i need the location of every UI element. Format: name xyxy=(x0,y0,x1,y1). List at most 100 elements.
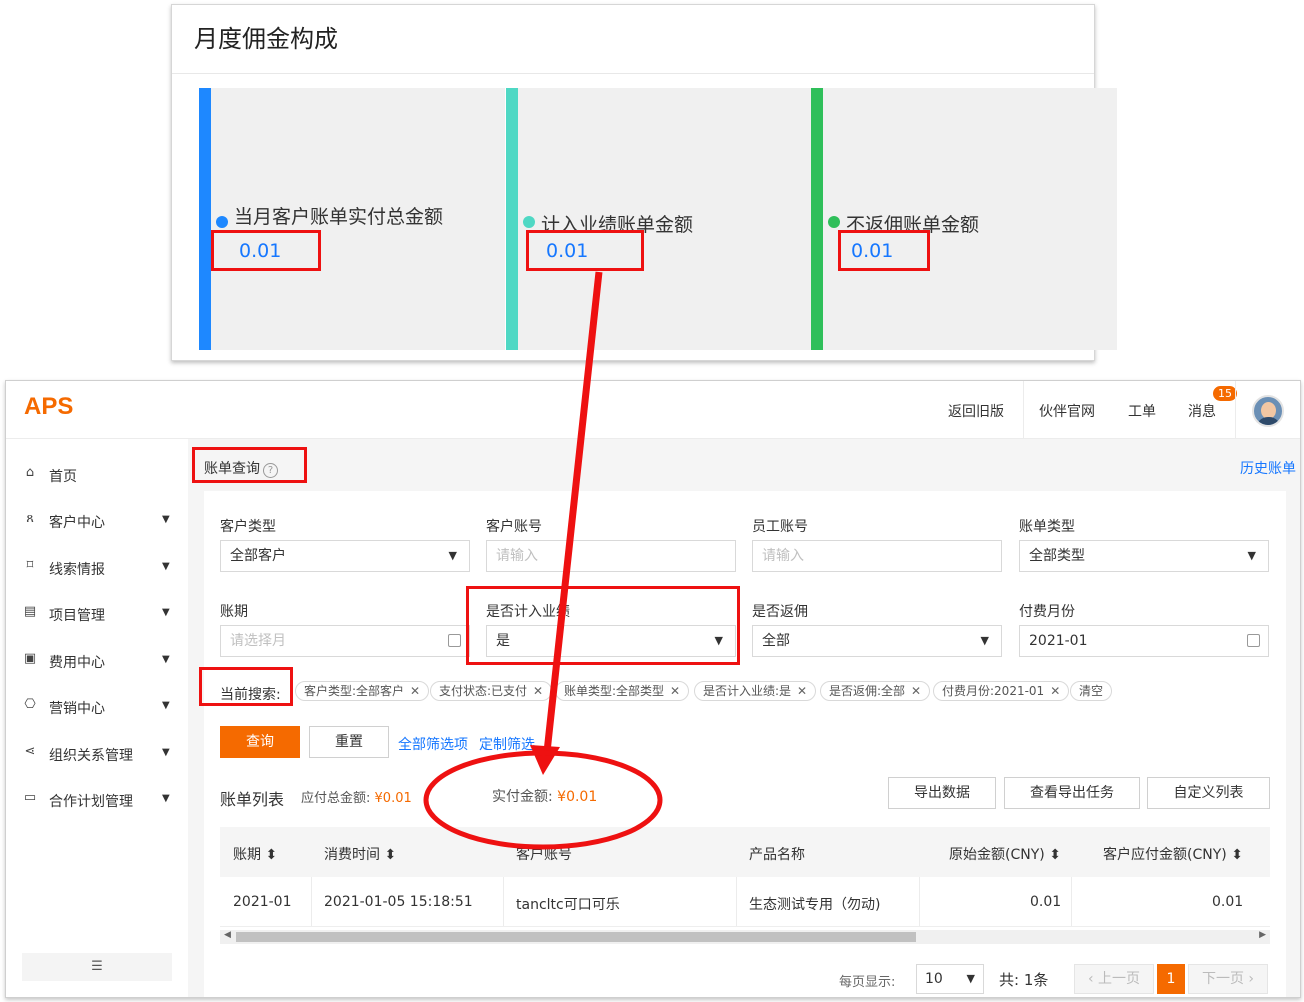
sidebar-item-projects[interactable]: ▤ 项目管理 ▼ xyxy=(6,599,186,629)
project-icon: ▤ xyxy=(23,604,37,619)
chevron-down-icon: ▼ xyxy=(1247,549,1256,562)
horizontal-scrollbar[interactable]: ◀ ▶ xyxy=(220,930,1270,944)
period-placeholder: 请选择月 xyxy=(230,633,286,649)
sidebar-item-label: 线索情报 xyxy=(49,562,105,578)
filter-tag[interactable]: 客户类型:全部客户 ✕ xyxy=(295,681,430,701)
nav-ticket[interactable]: 工单 xyxy=(1128,401,1156,421)
prev-page-button[interactable]: ‹ 上一页 xyxy=(1074,964,1154,994)
filter-tag[interactable]: 是否返佣:全部 ✕ xyxy=(820,681,931,701)
table-row[interactable]: 2021-01 2021-01-05 15:18:51 tancltc可口可乐 … xyxy=(220,877,1270,927)
sort-icon[interactable]: ⬍ xyxy=(1049,847,1061,863)
close-icon[interactable]: ✕ xyxy=(410,684,420,698)
sort-icon[interactable]: ⬍ xyxy=(1231,847,1243,863)
sort-icon[interactable]: ⬍ xyxy=(384,847,396,863)
paid-amount-value: ¥0.01 xyxy=(557,789,598,805)
calendar-icon xyxy=(1247,634,1260,647)
view-export-tasks-button[interactable]: 查看导出任务 xyxy=(1004,777,1140,809)
payable-total: 应付总金额: ¥0.01 xyxy=(301,787,412,806)
chevron-down-icon: ▼ xyxy=(980,634,989,647)
filter-tag[interactable]: 账单类型:全部类型 ✕ xyxy=(555,681,690,701)
cell-product-name: 生态测试专用（勿动) xyxy=(749,897,881,913)
marketing-icon: ⎔ xyxy=(24,697,36,712)
close-icon[interactable]: ✕ xyxy=(670,684,680,698)
sidebar-item-org-relations[interactable]: ⋖ 组织关系管理 ▼ xyxy=(6,739,186,769)
annotation-box xyxy=(526,230,644,271)
per-page-select[interactable]: 10 ▼ xyxy=(916,964,984,994)
paid-amount-label: 实付金额: xyxy=(492,789,553,805)
per-page-label: 每页显示: xyxy=(839,975,896,990)
scroll-left-icon[interactable]: ◀ xyxy=(224,930,231,940)
filter-tag[interactable]: 付费月份:2021-01 ✕ xyxy=(933,681,1070,701)
per-page-value: 10 xyxy=(925,971,943,987)
employee-account-label: 员工账号 xyxy=(752,519,808,535)
caret-down-icon: ▼ xyxy=(162,700,170,711)
next-page-label: 下一页 xyxy=(1201,971,1244,987)
close-icon[interactable]: ✕ xyxy=(911,684,921,698)
next-page-button[interactable]: 下一页 › xyxy=(1188,964,1268,994)
close-icon[interactable]: ✕ xyxy=(797,684,807,698)
sidebar-item-label: 组织关系管理 xyxy=(49,748,133,764)
sidebar-item-fee-center[interactable]: ▣ 费用中心 ▼ xyxy=(6,646,186,676)
collapse-sidebar-button[interactable]: ☰ xyxy=(22,953,172,981)
commission-title: 月度佣金构成 xyxy=(194,25,338,53)
clear-filters-button[interactable]: 清空 xyxy=(1070,681,1113,701)
sidebar-item-leads[interactable]: ⌑ 线索情报 ▼ xyxy=(6,553,186,583)
user-avatar[interactable] xyxy=(1252,395,1284,427)
bill-type-select[interactable]: 全部类型 ▼ xyxy=(1019,540,1269,572)
sort-icon[interactable]: ⬍ xyxy=(265,847,277,863)
caret-down-icon: ▼ xyxy=(162,561,170,572)
reset-button[interactable]: 重置 xyxy=(309,726,389,758)
close-icon[interactable]: ✕ xyxy=(533,684,543,698)
customer-type-value: 全部客户 xyxy=(230,548,286,564)
column-header-consume-time[interactable]: 消费时间 ⬍ xyxy=(324,844,396,864)
period-month-picker[interactable]: 请选择月 xyxy=(220,625,470,657)
sidebar-item-partner-plan[interactable]: ▭ 合作计划管理 ▼ xyxy=(6,785,186,815)
sidebar-item-marketing[interactable]: ⎔ 营销中心 ▼ xyxy=(6,692,186,722)
filter-tag-text: 是否返佣:全部 xyxy=(829,684,906,698)
nav-messages[interactable]: 消息 xyxy=(1188,401,1216,421)
annotation-box xyxy=(192,447,307,483)
close-icon[interactable]: ✕ xyxy=(1050,684,1060,698)
cell-divider xyxy=(736,877,737,926)
sidebar-item-home[interactable]: ⌂ 首页 xyxy=(6,460,186,490)
export-data-button[interactable]: 导出数据 xyxy=(888,777,996,809)
query-button[interactable]: 查询 xyxy=(220,726,300,758)
all-filters-link[interactable]: 全部筛选项 xyxy=(398,734,468,754)
users-icon: ጸ xyxy=(26,511,34,526)
nav-back-old-version[interactable]: 返回旧版 xyxy=(948,401,1004,421)
chevron-left-icon: ‹ xyxy=(1087,971,1094,987)
rebate-select[interactable]: 全部 ▼ xyxy=(752,625,1002,657)
bill-type-label: 账单类型 xyxy=(1019,519,1075,535)
current-page-button[interactable]: 1 xyxy=(1157,964,1185,994)
sidebar-item-label: 合作计划管理 xyxy=(49,794,133,810)
employee-account-input[interactable]: 请输入 xyxy=(752,540,1002,572)
stat-bar xyxy=(506,88,518,350)
customer-account-input[interactable]: 请输入 xyxy=(486,540,736,572)
filter-tag-text: 支付状态:已支付 xyxy=(439,684,528,698)
column-header-original-amount[interactable]: 原始金额(CNY) ⬍ xyxy=(949,844,1061,864)
filter-tag[interactable]: 是否计入业绩:是 ✕ xyxy=(694,681,817,701)
aps-logo[interactable]: APS xyxy=(24,393,73,421)
sidebar-item-customer-center[interactable]: ጸ 客户中心 ▼ xyxy=(6,506,186,536)
column-header-product: 产品名称 xyxy=(749,847,805,863)
scrollbar-thumb[interactable] xyxy=(236,932,916,942)
scroll-right-icon[interactable]: ▶ xyxy=(1259,930,1266,940)
pay-month-value: 2021-01 xyxy=(1029,633,1088,649)
customize-columns-button[interactable]: 自定义列表 xyxy=(1147,777,1270,809)
nav-partner-site[interactable]: 伙伴官网 xyxy=(1039,401,1095,421)
bill-type-value: 全部类型 xyxy=(1029,548,1085,564)
calendar-icon xyxy=(448,634,461,647)
sidebar-item-label: 营销中心 xyxy=(49,701,105,717)
rebate-label: 是否返佣 xyxy=(752,604,808,620)
pay-month-picker[interactable]: 2021-01 xyxy=(1019,625,1269,657)
plan-icon: ▭ xyxy=(23,790,37,805)
filter-tag[interactable]: 支付状态:已支付 ✕ xyxy=(430,681,553,701)
filter-tag-text: 付费月份:2021-01 xyxy=(942,684,1045,698)
customer-type-select[interactable]: 全部客户 ▼ xyxy=(220,540,470,572)
history-bills-link[interactable]: 历史账单 xyxy=(1240,458,1296,478)
column-header-payable-amount[interactable]: 客户应付金额(CNY) ⬍ xyxy=(1103,844,1243,864)
column-header-period[interactable]: 账期 ⬍ xyxy=(233,844,277,864)
cell-consume-time: 2021-01-05 15:18:51 xyxy=(324,894,473,910)
column-header-label: 客户应付金额(CNY) xyxy=(1103,847,1227,863)
custom-filters-link[interactable]: 定制筛选 xyxy=(479,734,535,754)
